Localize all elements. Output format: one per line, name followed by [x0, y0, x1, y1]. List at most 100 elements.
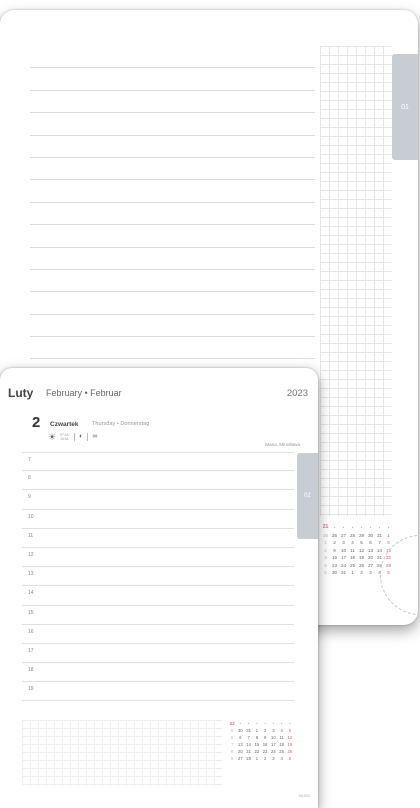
calendar-day: 1	[255, 756, 259, 761]
calendar-week-number: 4	[324, 562, 327, 568]
calendar-day: 29	[358, 532, 365, 538]
notes-grid	[22, 720, 222, 786]
ruled-line	[30, 337, 315, 360]
calendar-day: 9	[263, 735, 267, 740]
weekday-header: •	[333, 525, 336, 530]
weekday-pl: Czwartek	[50, 421, 79, 428]
calendar-day: 12	[287, 735, 293, 740]
hour-row[interactable]: 13	[22, 567, 294, 587]
calendar-day: 25	[349, 562, 356, 568]
hour-row[interactable]: 16	[22, 625, 294, 644]
mini-calendar: 22 • • • • • • • 5 30 31 1 2 3 4 5 6 6 7 8 9 10 11 12 7 13 14 15 16 1…	[228, 720, 294, 762]
calendar-week-row: 12345678	[321, 539, 393, 547]
calendar-day: 11	[279, 735, 284, 740]
calendar-day: 14	[376, 547, 383, 553]
calendar-day: 10	[271, 735, 276, 740]
ruled-line	[30, 270, 315, 293]
calendar-day: 4	[280, 728, 283, 733]
calendar-week-row: 5 30 31 1 2 3 4 5	[228, 727, 294, 734]
hour-schedule: 7 8 9 10 11 12 13 14 15 16 17 18 19	[22, 452, 294, 702]
calendar-week-number: 5	[230, 728, 234, 733]
hour-row[interactable]: 19	[22, 682, 294, 702]
hour-row[interactable]: 10	[22, 510, 294, 529]
dot-grid-column	[320, 46, 392, 516]
calendar-day: 27	[238, 756, 243, 761]
weekday-header: •	[387, 525, 390, 530]
calendar-day: 12	[358, 547, 365, 553]
weekday-header: •	[239, 721, 242, 726]
calendar-day: 7	[247, 735, 250, 740]
calendar-day: 16	[262, 742, 268, 747]
calendar-day: 3	[369, 570, 372, 575]
hour-row[interactable]: 18	[22, 663, 294, 683]
calendar-day: 2	[360, 570, 363, 575]
weekday-header: •	[247, 721, 250, 726]
hour-row[interactable]: 8	[22, 471, 294, 491]
hour-row[interactable]: 12	[22, 548, 294, 568]
calendar-day: 1	[351, 570, 354, 575]
calendar-day: 1	[255, 728, 259, 733]
calendar-day: 19	[358, 555, 365, 560]
hour-label: 14	[28, 590, 34, 597]
divider	[87, 433, 89, 441]
weekday-header: •	[289, 721, 291, 726]
ruled-line	[30, 315, 315, 338]
calendar-day: 16	[331, 555, 338, 560]
hour-row[interactable]: 11	[22, 529, 294, 548]
calendar-day: 2	[263, 728, 267, 733]
weekday-header: •	[378, 525, 381, 530]
hour-label: 16	[28, 628, 34, 635]
hour-label: 9	[28, 494, 31, 501]
month-tab-01[interactable]: 01	[392, 54, 418, 160]
divider	[74, 433, 76, 441]
ruled-line	[30, 136, 315, 158]
calendar-day: 18	[349, 555, 356, 560]
calendar-day: 6	[369, 540, 372, 545]
ruled-lines	[30, 46, 315, 360]
month-tab-label: 02	[304, 493, 311, 499]
ruled-line	[30, 248, 315, 270]
moon-phase-icon: ◐	[79, 433, 84, 440]
calendar-day: 15	[254, 742, 260, 747]
hour-row[interactable]: 14	[22, 586, 294, 606]
ruled-line	[30, 46, 315, 69]
hour-row[interactable]: 9	[22, 490, 294, 510]
hour-row[interactable]: 17	[22, 644, 294, 664]
calendar-day: 20	[367, 555, 374, 560]
weekday-header: •	[280, 721, 283, 726]
daily-planner-page: Luty February • Februar 2023 2 Czwartek …	[0, 368, 318, 808]
calendar-day: 19	[287, 742, 293, 747]
calendar-day: 14	[246, 742, 251, 747]
ruled-line	[30, 68, 315, 91]
calendar-day: 10	[340, 547, 347, 553]
calendar-day: 27	[340, 532, 347, 538]
month-name-en: February • Februar	[46, 388, 122, 398]
weekday-header: •	[256, 721, 258, 726]
weekday-header: •	[351, 525, 354, 530]
page-code: 04-002	[298, 794, 310, 798]
hour-label: 13	[28, 571, 34, 578]
calendar-day: 21	[246, 749, 251, 754]
day-number: 2	[32, 414, 41, 431]
month-tab-02[interactable]: 02	[297, 453, 318, 539]
calendar-day: 13	[238, 742, 243, 747]
calendar-day: 28	[349, 532, 356, 538]
calendar-header-row: 22 • • • • • • •	[228, 720, 294, 727]
calendar-day: 17	[271, 742, 276, 747]
hour-row[interactable]: 7	[22, 452, 294, 472]
calendar-day: 28	[246, 756, 251, 761]
hour-label: 15	[28, 609, 34, 616]
ruled-line	[30, 180, 315, 203]
calendar-day: 26	[358, 562, 365, 568]
calendar-day: 1	[387, 532, 390, 538]
hour-row[interactable]: 15	[22, 606, 294, 625]
hour-label: 11	[28, 532, 34, 539]
ruled-line	[30, 158, 315, 181]
ruled-line	[30, 203, 315, 226]
calendar-day: 4	[351, 540, 354, 545]
calendar-day: 17	[340, 555, 347, 560]
page-header: Luty February • Februar 2023	[8, 386, 308, 402]
calendar-day: 24	[340, 562, 347, 568]
calendar-week-row: 9 27 28 1 2 3 4 5	[228, 755, 294, 762]
calendar-week-row: 6 6 7 8 9 10 11 12	[228, 734, 294, 741]
